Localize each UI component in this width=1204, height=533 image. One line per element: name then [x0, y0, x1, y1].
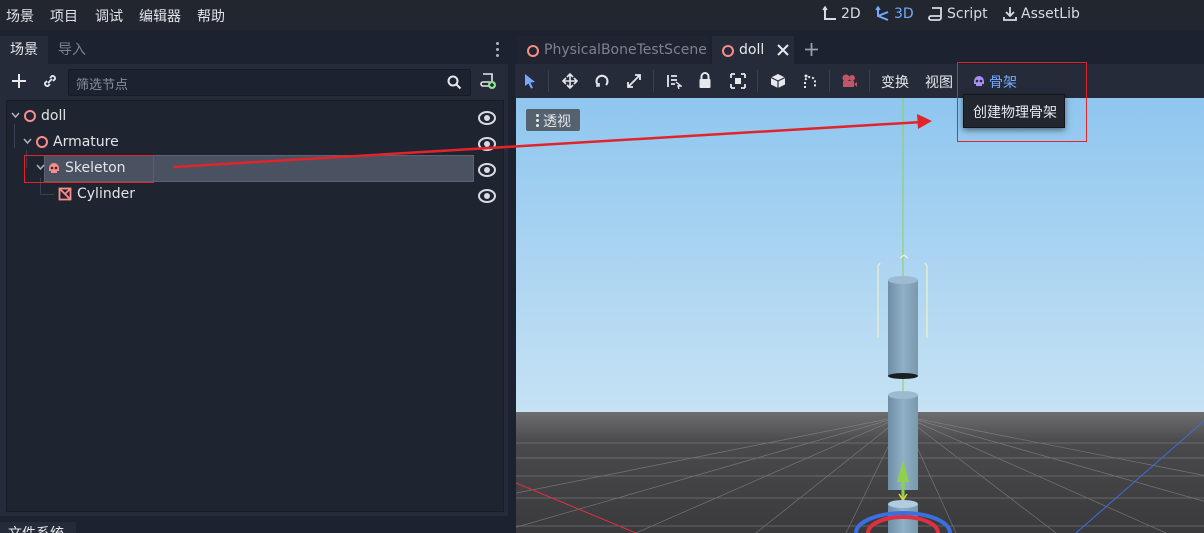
- perspective-label: 透视: [543, 114, 571, 130]
- scene-tab-label: PhysicalBoneTestScene: [544, 42, 707, 58]
- tree-item-doll[interactable]: doll: [8, 103, 498, 129]
- select-tool-icon[interactable]: [523, 73, 537, 89]
- local-space-cube-icon[interactable]: [770, 73, 786, 89]
- close-icon[interactable]: [777, 44, 789, 56]
- visibility-eye-icon[interactable]: [478, 137, 496, 151]
- tree-item-label: Cylinder: [77, 186, 135, 202]
- mode-3d-label: 3D: [894, 6, 914, 22]
- filter-nodes-placeholder: 筛选节点: [76, 78, 129, 93]
- tab-scene[interactable]: 场景: [0, 36, 48, 64]
- chevron-down-icon[interactable]: [23, 138, 32, 145]
- toolbar-separator: [829, 70, 830, 92]
- node-icon: [36, 136, 48, 148]
- scene-node-icon: [722, 45, 734, 57]
- assetlib-icon: [1003, 7, 1017, 21]
- annotation-box-skeleton: [24, 155, 154, 183]
- tree-item-armature[interactable]: Armature: [8, 129, 498, 155]
- toolbar-separator: [757, 70, 758, 92]
- attach-script-icon[interactable]: [479, 72, 497, 90]
- 2d-icon: [822, 6, 836, 20]
- mode-script-button[interactable]: Script: [928, 6, 988, 22]
- tree-item-label: Armature: [53, 134, 119, 150]
- group-icon[interactable]: [730, 73, 746, 89]
- node-icon: [24, 110, 36, 122]
- mesh-instance-icon: [58, 187, 72, 201]
- mode-3d-button[interactable]: 3D: [875, 6, 914, 22]
- filesystem-dock-tabbar: [0, 517, 508, 533]
- tree-item-cylinder[interactable]: Cylinder: [8, 181, 498, 207]
- add-node-icon[interactable]: [10, 72, 28, 90]
- menu-bar: 场景 项目 调试 编辑器 帮助 2D 3D Script AssetLib: [0, 0, 1204, 30]
- toolbar-separator: [548, 70, 549, 92]
- menu-scene[interactable]: 场景: [6, 6, 34, 26]
- viewport-toolbar: [515, 64, 1204, 98]
- menu-help[interactable]: 帮助: [197, 6, 225, 26]
- 3d-icon: [875, 6, 889, 21]
- scene-tab-label: doll: [739, 42, 765, 58]
- tab-doll[interactable]: doll: [712, 36, 794, 64]
- toolbar-separator: [869, 70, 870, 92]
- filter-nodes-input[interactable]: 筛选节点: [68, 69, 471, 96]
- mode-assetlib-label: AssetLib: [1021, 6, 1080, 22]
- visibility-eye-icon[interactable]: [478, 189, 496, 203]
- lock-icon[interactable]: [698, 72, 712, 89]
- rotate-tool-icon[interactable]: [594, 73, 610, 89]
- menu-project[interactable]: 项目: [50, 6, 78, 26]
- instance-child-scene-icon[interactable]: [42, 73, 58, 89]
- menu-debug[interactable]: 调试: [95, 6, 123, 26]
- tab-filesystem[interactable]: 文件系统: [0, 522, 76, 533]
- mode-2d-button[interactable]: 2D: [822, 6, 861, 22]
- list-select-icon[interactable]: [666, 73, 682, 89]
- camera-preview-icon[interactable]: [841, 73, 858, 89]
- perspective-menu-button[interactable]: 透视: [526, 109, 580, 131]
- move-tool-icon[interactable]: [562, 73, 578, 89]
- dock-options-icon[interactable]: [496, 42, 499, 58]
- new-scene-tab-icon[interactable]: [804, 42, 819, 57]
- mode-2d-label: 2D: [841, 6, 861, 22]
- scale-tool-icon[interactable]: [626, 73, 642, 89]
- menu-editor[interactable]: 编辑器: [139, 6, 181, 26]
- tab-physicalbonetestscene[interactable]: PhysicalBoneTestScene: [517, 36, 709, 64]
- view-menu[interactable]: 视图: [925, 72, 953, 92]
- mode-assetlib-button[interactable]: AssetLib: [1002, 6, 1080, 22]
- search-icon: [447, 75, 462, 90]
- 3d-viewport[interactable]: 透视: [516, 98, 1204, 533]
- transform-menu[interactable]: 变换: [881, 72, 909, 92]
- script-icon: [928, 7, 942, 21]
- 3d-scene-render: [516, 98, 1204, 533]
- chevron-down-icon[interactable]: [11, 112, 20, 119]
- annotation-box-skeleton-menu: [957, 62, 1087, 142]
- snap-icon[interactable]: [802, 73, 818, 89]
- mode-script-label: Script: [947, 6, 988, 22]
- visibility-eye-icon[interactable]: [478, 163, 496, 177]
- tab-filesystem-label: 文件系统: [8, 523, 64, 533]
- toolbar-separator: [653, 70, 654, 92]
- scene-node-icon: [527, 45, 539, 57]
- kebab-icon: [536, 114, 539, 127]
- tree-item-label: doll: [41, 108, 67, 124]
- tab-import[interactable]: 导入: [48, 36, 96, 64]
- visibility-eye-icon[interactable]: [478, 111, 496, 125]
